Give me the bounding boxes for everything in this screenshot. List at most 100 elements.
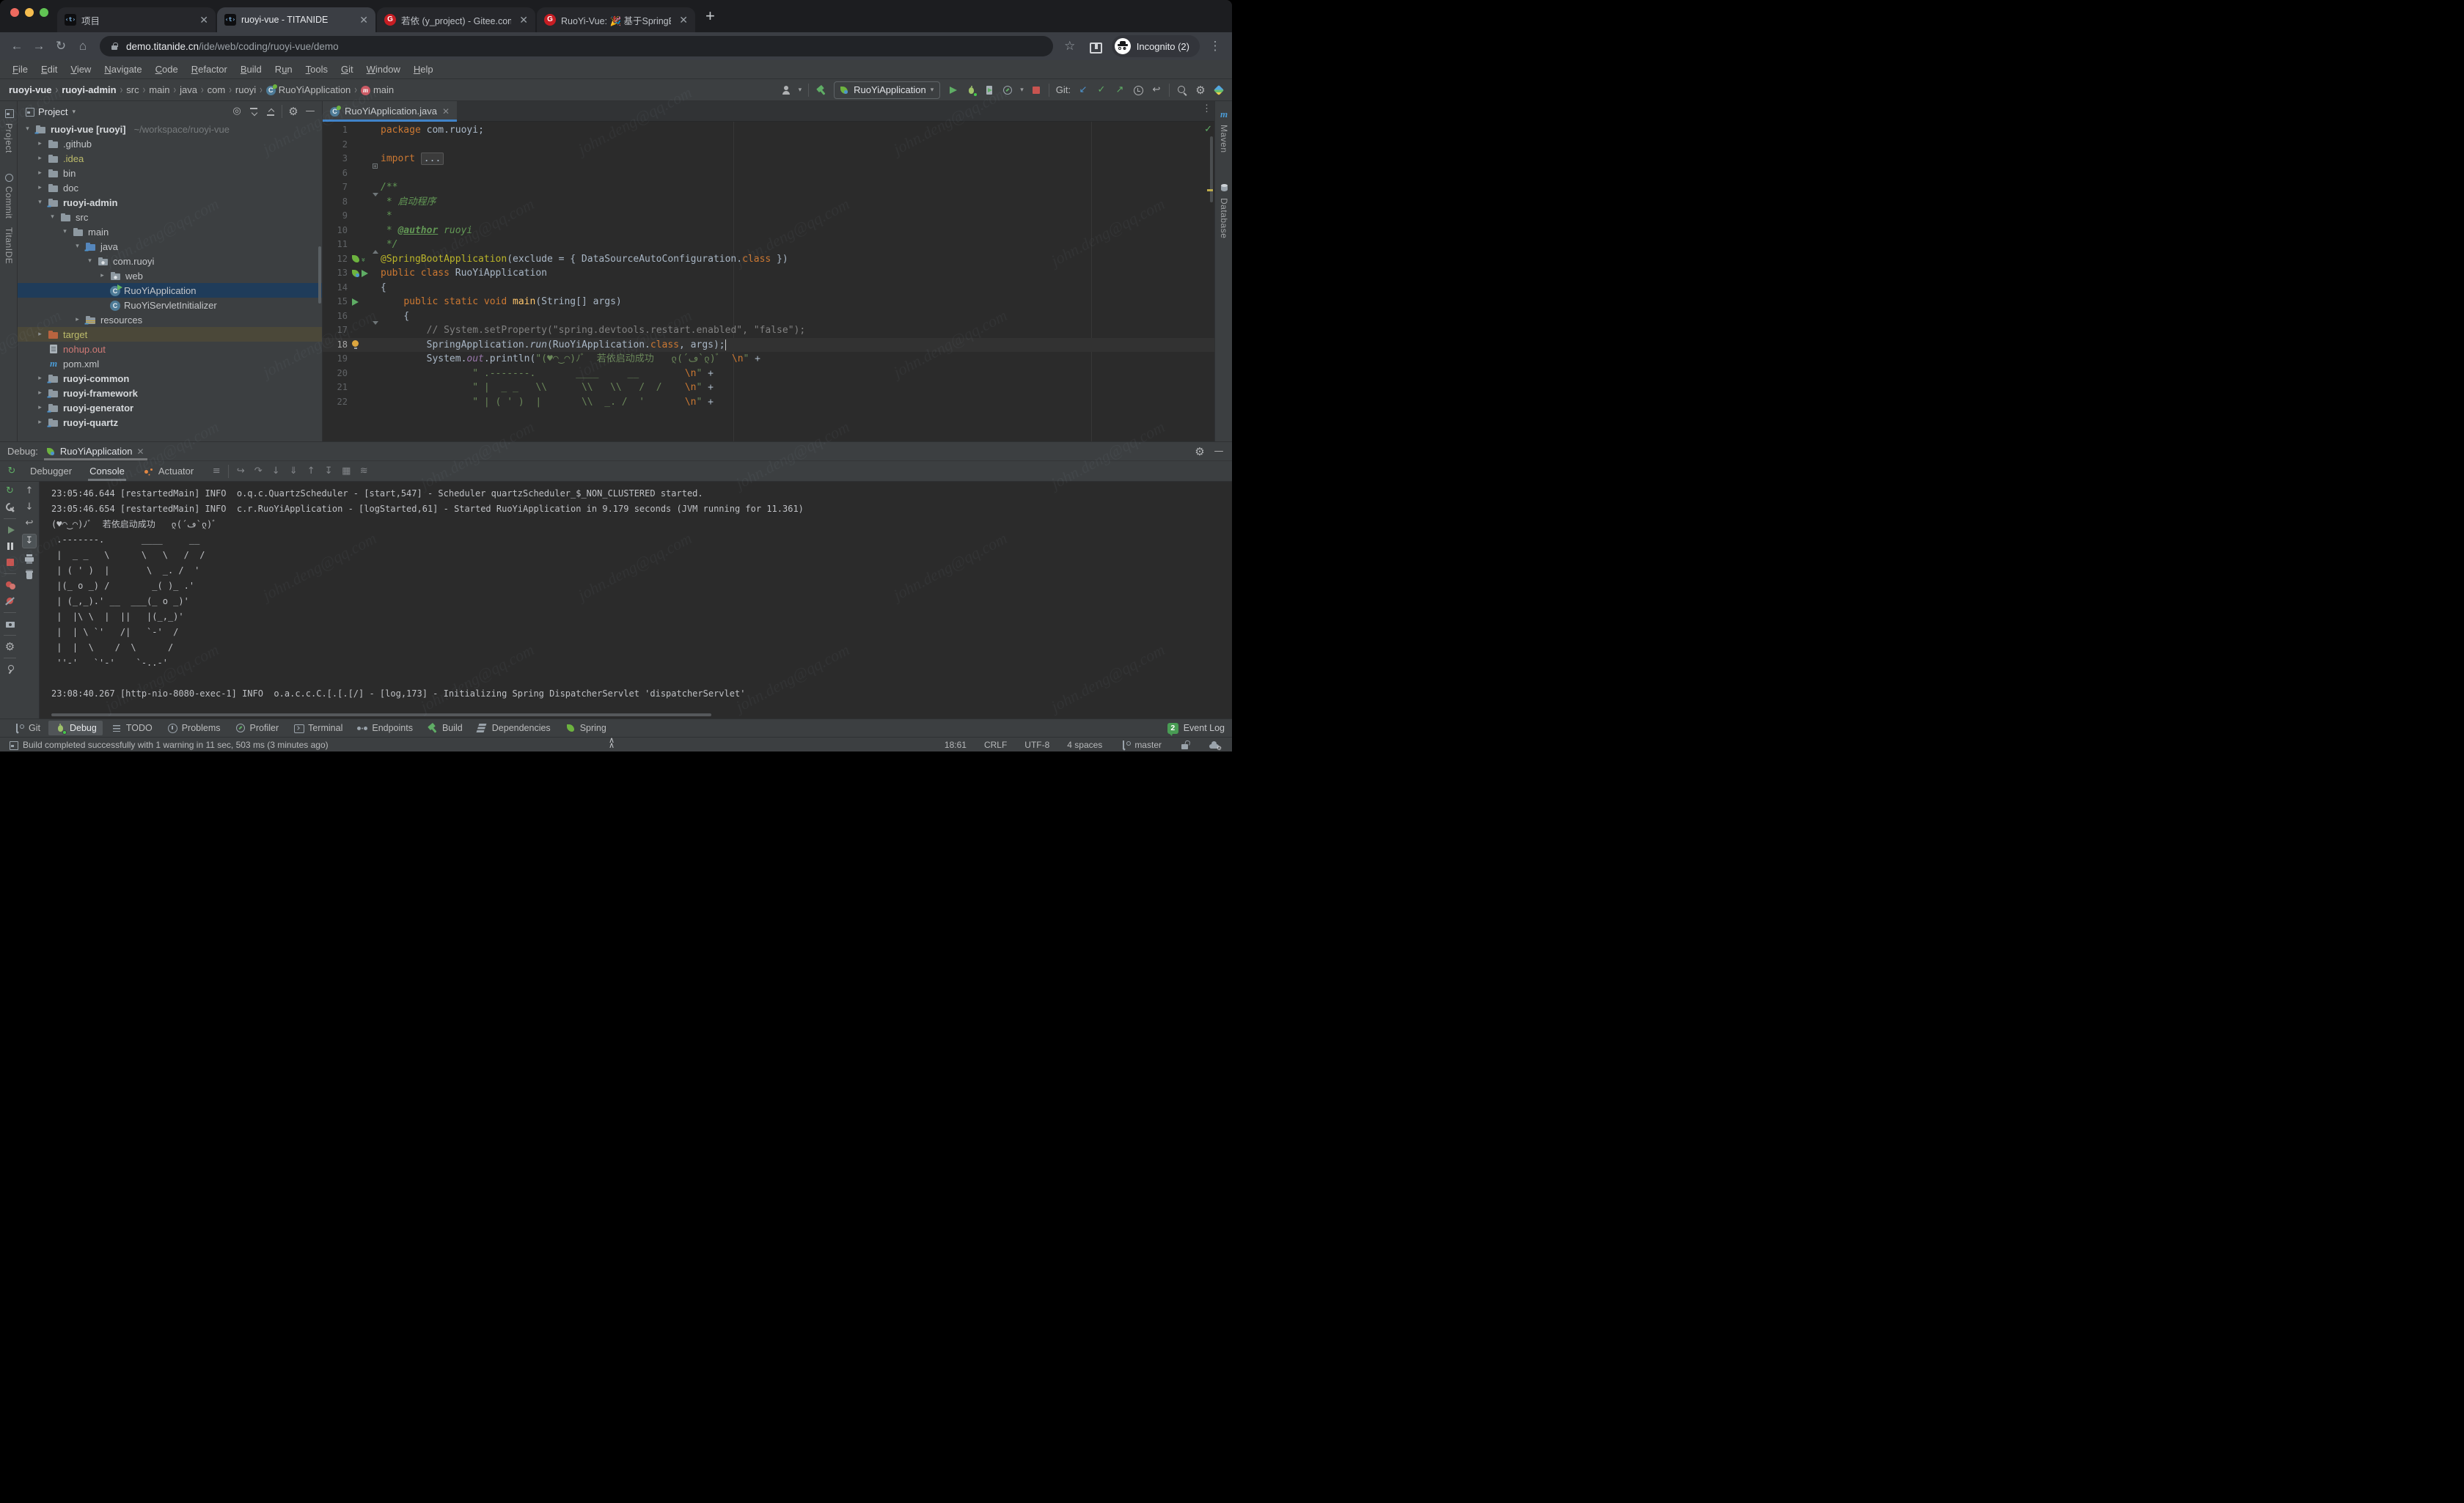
tree-row[interactable]: ▾com.ruoyi	[18, 254, 322, 268]
evaluate-expression-icon[interactable]: ▦	[340, 466, 352, 477]
tree-chevron-icon[interactable]: ▸	[36, 155, 44, 162]
code-line[interactable]: 22 " | ( ' ) | \\ _. / ' \n" +	[323, 395, 1214, 410]
run-to-cursor-icon[interactable]: ↧	[323, 466, 334, 477]
force-step-into-icon[interactable]: ⇓	[287, 466, 299, 477]
commit-tool-icon[interactable]	[3, 172, 15, 183]
tree-chevron-icon[interactable]: ▾	[86, 257, 94, 265]
code-line[interactable]: 20 " .-------. ____ __ \n" +	[323, 367, 1214, 381]
editor-scrollbar[interactable]	[1210, 136, 1213, 202]
code-line[interactable]: 14{	[323, 281, 1214, 295]
forward-icon[interactable]: →	[29, 39, 48, 54]
breadcrumb-item[interactable]: CRuoYiApplication	[265, 84, 353, 95]
debug-tab-console[interactable]: Console	[81, 461, 133, 481]
view-breakpoints-icon[interactable]	[4, 579, 16, 591]
code-line[interactable]: 17 // System.setProperty("spring.devtool…	[323, 323, 1214, 338]
code-line[interactable]: 13public class RuoYiApplication	[323, 266, 1214, 281]
breadcrumb-item[interactable]: mmain	[359, 84, 395, 95]
code-line[interactable]: 21 " | _ _ \\ \\ \\ / / \n" +	[323, 381, 1214, 395]
tree-row[interactable]: ▸web	[18, 268, 322, 283]
settings-gear-icon[interactable]: ⚙	[1195, 84, 1206, 96]
user-icon[interactable]	[780, 84, 792, 96]
tree-row[interactable]: nohup.out	[18, 342, 322, 356]
close-window-button[interactable]	[10, 8, 19, 17]
tree-chevron-icon[interactable]: ▸	[36, 184, 44, 191]
stripe-label-database[interactable]: Database	[1219, 198, 1229, 238]
tree-row[interactable]: CRuoYiApplication	[18, 283, 322, 298]
git-update-icon[interactable]: ↙	[1077, 84, 1089, 96]
console-output[interactable]: 23:05:46.644 [restartedMain] INFO o.q.c.…	[40, 482, 1232, 719]
tree-row[interactable]: ▾src	[18, 210, 322, 224]
line-ending[interactable]: CRLF	[984, 740, 1007, 750]
rerun-icon[interactable]: ↻	[4, 485, 16, 497]
breadcrumb-item[interactable]: ruoyi-vue	[7, 84, 54, 95]
status-window-icon[interactable]	[7, 739, 17, 751]
debug-button[interactable]	[965, 84, 977, 96]
code-line[interactable]: 1package com.ruoyi;	[323, 123, 1214, 138]
tree-row[interactable]: CRuoYiServletInitializer	[18, 298, 322, 312]
bean-gutter-icon[interactable]	[352, 269, 361, 278]
step-into-icon[interactable]: ↓	[270, 466, 282, 477]
tool-window-button-endpoints[interactable]: Endpoints	[351, 721, 419, 735]
maven-icon[interactable]: m	[1218, 109, 1230, 120]
git-push-icon[interactable]: ↗	[1114, 84, 1126, 96]
tool-window-button-terminal[interactable]: Terminal	[287, 721, 348, 735]
close-tab-icon[interactable]: ✕	[197, 14, 211, 26]
tree-chevron-icon[interactable]: ▸	[36, 419, 44, 426]
project-panel-title[interactable]: Project	[38, 106, 67, 117]
thread-dump-icon[interactable]	[4, 618, 16, 630]
stop-icon[interactable]	[4, 556, 16, 568]
tool-window-button-problems[interactable]: Problems	[161, 721, 227, 735]
pause-icon[interactable]	[4, 540, 16, 552]
debug-session-tab[interactable]: RuoYiApplication ✕	[47, 442, 144, 460]
build-hammer-icon[interactable]	[815, 84, 827, 96]
stripe-label-project[interactable]: Project	[4, 123, 14, 153]
tree-chevron-icon[interactable]: ▾	[36, 199, 44, 206]
browser-tab[interactable]: ‹t›项目✕	[57, 7, 216, 32]
close-tab-icon[interactable]: ✕	[356, 14, 371, 26]
code-line[interactable]: 6	[323, 166, 1214, 181]
stripe-label-commit[interactable]: Commit	[4, 186, 14, 218]
project-scrollbar[interactable]	[318, 246, 321, 304]
tree-chevron-icon[interactable]: ▸	[36, 331, 44, 338]
tree-chevron-icon[interactable]: ▸	[36, 140, 44, 147]
project-view-dropdown-icon[interactable]: ▾	[72, 108, 76, 116]
tool-window-button-git[interactable]: Git	[7, 721, 46, 735]
soft-menu-icon[interactable]: ≡	[210, 466, 222, 477]
tree-row[interactable]: ▸ruoyi-quartz	[18, 415, 322, 430]
readonly-lock-icon[interactable]	[1179, 739, 1191, 751]
code-line[interactable]: 9 *	[323, 209, 1214, 224]
bulb-gutter-icon[interactable]	[352, 340, 359, 350]
tree-chevron-icon[interactable]: ▾	[61, 228, 69, 235]
window-controls[interactable]	[4, 0, 57, 32]
bookmark-star-icon[interactable]: ☆	[1060, 39, 1079, 54]
inspections-ok-icon[interactable]: ✓	[1204, 123, 1212, 135]
run-gutter-icon[interactable]	[352, 298, 359, 306]
side-panel-icon[interactable]	[1088, 40, 1100, 52]
database-icon[interactable]	[1218, 182, 1230, 194]
tree-row[interactable]: mpom.xml	[18, 356, 322, 371]
caret-position[interactable]: 18:61	[945, 740, 967, 750]
browser-tab[interactable]: ‹t›ruoyi-vue - TITANIDE✕	[217, 7, 375, 32]
mute-breakpoints-icon[interactable]	[4, 595, 16, 607]
tree-chevron-icon[interactable]: ▸	[98, 272, 106, 279]
tree-chevron-icon[interactable]: ▾	[23, 125, 32, 133]
tree-chevron-icon[interactable]: ▸	[36, 404, 44, 411]
menu-item-tools[interactable]: Tools	[299, 64, 334, 75]
tree-row[interactable]: ▸target	[18, 327, 322, 342]
profiler-button[interactable]	[1002, 84, 1013, 96]
settings-icon[interactable]: ⚙	[4, 641, 16, 653]
tree-row[interactable]: ▾java	[18, 239, 322, 254]
menu-item-run[interactable]: Run	[268, 64, 299, 75]
browser-tab[interactable]: GRuoYi-Vue: 🎉 基于SpringBoot,✕	[537, 7, 695, 32]
code-area[interactable]: 1package com.ruoyi;23+import ...67/**8 *…	[323, 122, 1214, 441]
soft-wrap-icon[interactable]: ↩	[23, 518, 35, 529]
project-tool-icon[interactable]	[3, 107, 15, 119]
menu-item-navigate[interactable]: Navigate	[98, 64, 148, 75]
tree-row[interactable]: ▾ruoyi-admin	[18, 195, 322, 210]
tree-row[interactable]: ▸.idea	[18, 151, 322, 166]
panel-settings-gear-icon[interactable]: ⚙	[287, 106, 299, 117]
collapse-all-icon[interactable]	[265, 106, 276, 117]
git-commit-icon[interactable]: ✓	[1096, 84, 1107, 96]
titanide-logo-icon[interactable]	[1213, 84, 1225, 96]
breadcrumb-item[interactable]: ruoyi	[234, 84, 257, 95]
